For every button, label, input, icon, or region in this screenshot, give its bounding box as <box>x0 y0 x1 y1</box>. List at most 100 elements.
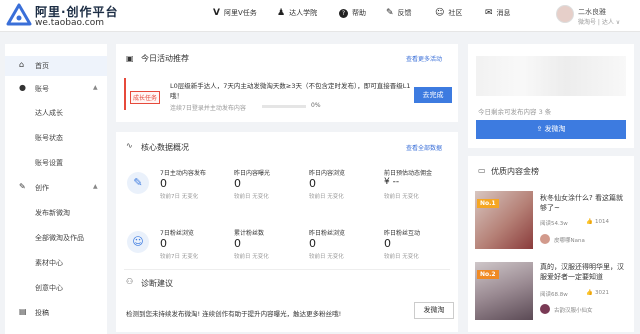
sidebar-item-label: 发布新微淘 <box>35 209 70 217</box>
more-activities-link[interactable]: 查看更多活动 <box>406 54 442 63</box>
sidebar-item-label: 账号 <box>35 85 49 93</box>
user-role-dropdown[interactable]: 微淘号 | 达人 ∨ <box>578 17 620 26</box>
stat-value: 0 <box>160 237 167 250</box>
nav-academy[interactable]: ♟ 达人学院 <box>277 8 317 18</box>
rank-2-author[interactable]: 古韵汉服小仙女 <box>554 306 593 314</box>
stat-value: 0 <box>384 237 391 250</box>
sidebar-item-create[interactable]: ✎ 创作 ▲ <box>5 178 107 198</box>
stat-change: 较前日 无变化 <box>384 194 419 200</box>
sidebar-item-account-status[interactable]: 账号状态 <box>5 128 107 148</box>
stat-value: 0 <box>309 177 316 190</box>
rank-2-title[interactable]: 真的，汉服还得明华里，汉服爱好者一定要知道 <box>540 262 628 282</box>
user-avatar[interactable] <box>556 5 574 23</box>
nav-feedback[interactable]: ✎ 反馈 <box>386 8 412 18</box>
nav-label: 消息 <box>496 9 511 17</box>
blurred-content <box>476 56 626 96</box>
ranking-title: 优质内容金榜 <box>491 167 539 176</box>
sidebar-item-growth[interactable]: 达人成长 <box>5 103 107 123</box>
sidebar-item-new-post[interactable]: 发布新微淘 <box>5 203 107 223</box>
stat-value: 0 <box>234 177 241 190</box>
brand-logo-icon[interactable] <box>6 3 32 27</box>
sidebar-item-home[interactable]: ⌂ 首页 <box>5 56 107 76</box>
stat-value: 0 <box>309 237 316 250</box>
home-icon: ⌂ <box>19 60 25 69</box>
sidebar-item-all-posts[interactable]: 全部微淘及作品 <box>5 228 107 248</box>
stat-label: 累计粉丝数 <box>234 230 265 237</box>
all-data-link[interactable]: 查看全部数据 <box>406 143 442 152</box>
stat-value: ¥ -- <box>384 177 400 187</box>
activity-accent-bar <box>124 78 126 110</box>
stat-change: 较前日 无变化 <box>384 254 419 260</box>
chart-line-icon: ∿ <box>126 141 133 150</box>
stat-value: 0 <box>234 237 241 250</box>
sidebar-item-label: 账号状态 <box>35 134 63 142</box>
pen-icon: ✎ <box>19 182 26 191</box>
stat-value: 0 <box>160 177 167 190</box>
sidebar-item-materials[interactable]: 素材中心 <box>5 253 107 273</box>
nav-label: 反馈 <box>397 9 412 17</box>
diagnosis-icon: ⚇ <box>126 277 134 286</box>
sidebar-item-label: 首页 <box>35 62 49 70</box>
upload-icon: ⇪ <box>536 125 545 133</box>
rank-2-views: 阅读68.8w <box>540 292 568 298</box>
divider <box>124 269 450 270</box>
trophy-icon: ▭ <box>478 166 486 175</box>
community-icon: ☺ <box>435 8 445 18</box>
brand-url: we.taobao.com <box>35 18 104 28</box>
stat-label: 昨日内容浏览 <box>309 170 346 177</box>
author-avatar <box>540 234 550 244</box>
task-description: L0层级新手达人，7天内主动发微淘天数≥3天（不包含定时发布），即可直接晋级L1… <box>170 82 411 100</box>
sidebar-item-submit[interactable]: ▤ 投稿 <box>5 303 107 323</box>
stat-label: 7日主动内容发布 <box>160 170 206 177</box>
help-icon: ? <box>339 8 348 18</box>
rank-badge: No.2 <box>477 270 499 279</box>
diagnosis-title: 诊断建议 <box>141 279 173 288</box>
nav-messages[interactable]: ✉ 消息 <box>485 8 511 18</box>
nav-v-task[interactable]: V 阿里V任务 <box>213 8 257 18</box>
nav-help[interactable]: ? 帮助 <box>339 8 366 18</box>
stat-change: 较前7日 无变化 <box>160 254 199 260</box>
sidebar-item-label: 达人成长 <box>35 109 63 117</box>
mail-icon: ✉ <box>485 8 493 18</box>
thumb-up-icon: 👍 <box>586 290 593 296</box>
publish-button-label: 发微淘 <box>544 125 566 133</box>
nav-label: 达人学院 <box>289 9 318 17</box>
user-icon: ● <box>19 83 26 92</box>
sidebar-item-account[interactable]: ● 账号 ▲ <box>5 79 107 99</box>
chevron-up-icon: ▲ <box>93 84 98 91</box>
task-requirement: 连续7日登录并主动发布内容 <box>170 105 246 112</box>
sidebar-item-label: 创意中心 <box>35 284 63 292</box>
stat-label: 前日预估动态佣金 <box>384 170 433 177</box>
user-name[interactable]: 二水良雅 <box>578 7 606 17</box>
stat-label: 昨日粉丝互动 <box>384 230 421 237</box>
document-icon: ✎ <box>127 172 149 194</box>
core-data-title: 核心数据概况 <box>141 143 189 152</box>
stat-change: 较前7日 无变化 <box>160 194 199 200</box>
sidebar-item-label: 素材中心 <box>35 259 63 267</box>
sidebar-item-account-settings[interactable]: 账号设置 <box>5 153 107 173</box>
stat-label: 昨日粉丝浏览 <box>309 230 346 237</box>
sidebar-item-label: 投稿 <box>35 309 49 317</box>
rank-1-views: 阅读54.3w <box>540 221 568 227</box>
stat-change: 较前日 无变化 <box>309 194 344 200</box>
sidebar-item-ideas[interactable]: 创意中心 <box>5 278 107 298</box>
publish-post-button[interactable]: ⇪ 发微淘 <box>476 120 626 139</box>
sidebar-item-label: 创作 <box>35 184 49 192</box>
person-icon: ♟ <box>277 8 286 18</box>
v-icon: V <box>213 8 220 18</box>
rank-1-author[interactable]: 皮哪哪Nana <box>554 236 585 244</box>
rank-1-title[interactable]: 秋冬仙女涂什么? 看这篇就够了~ <box>540 193 628 213</box>
feedback-icon: ✎ <box>386 8 394 18</box>
stat-label: 7日粉丝浏览 <box>160 230 194 237</box>
sidebar: ⌂ 首页 ● 账号 ▲ 达人成长 账号状态 账号设置 ✎ 创作 ▲ 发布新微淘 … <box>5 44 107 334</box>
complete-task-button[interactable]: 去完成 <box>414 87 452 103</box>
diagnosis-text: 检测到您未持续发布微淘! 连续创作有助于提升内容曝光，触达更多粉丝哦! <box>126 310 342 318</box>
stat-change: 较前日 无变化 <box>234 254 269 260</box>
submit-icon: ▤ <box>19 307 27 316</box>
sidebar-item-label: 全部微淘及作品 <box>35 234 84 242</box>
diagnosis-post-button[interactable]: 发微淘 <box>414 302 454 319</box>
rank-badge: No.1 <box>477 199 499 208</box>
stat-change: 较前日 无变化 <box>309 254 344 260</box>
nav-community[interactable]: ☺ 社区 <box>435 8 462 18</box>
top-bar: 阿里·创作平台 we.taobao.com V 阿里V任务 ♟ 达人学院 ? 帮助 ✎… <box>0 0 640 32</box>
